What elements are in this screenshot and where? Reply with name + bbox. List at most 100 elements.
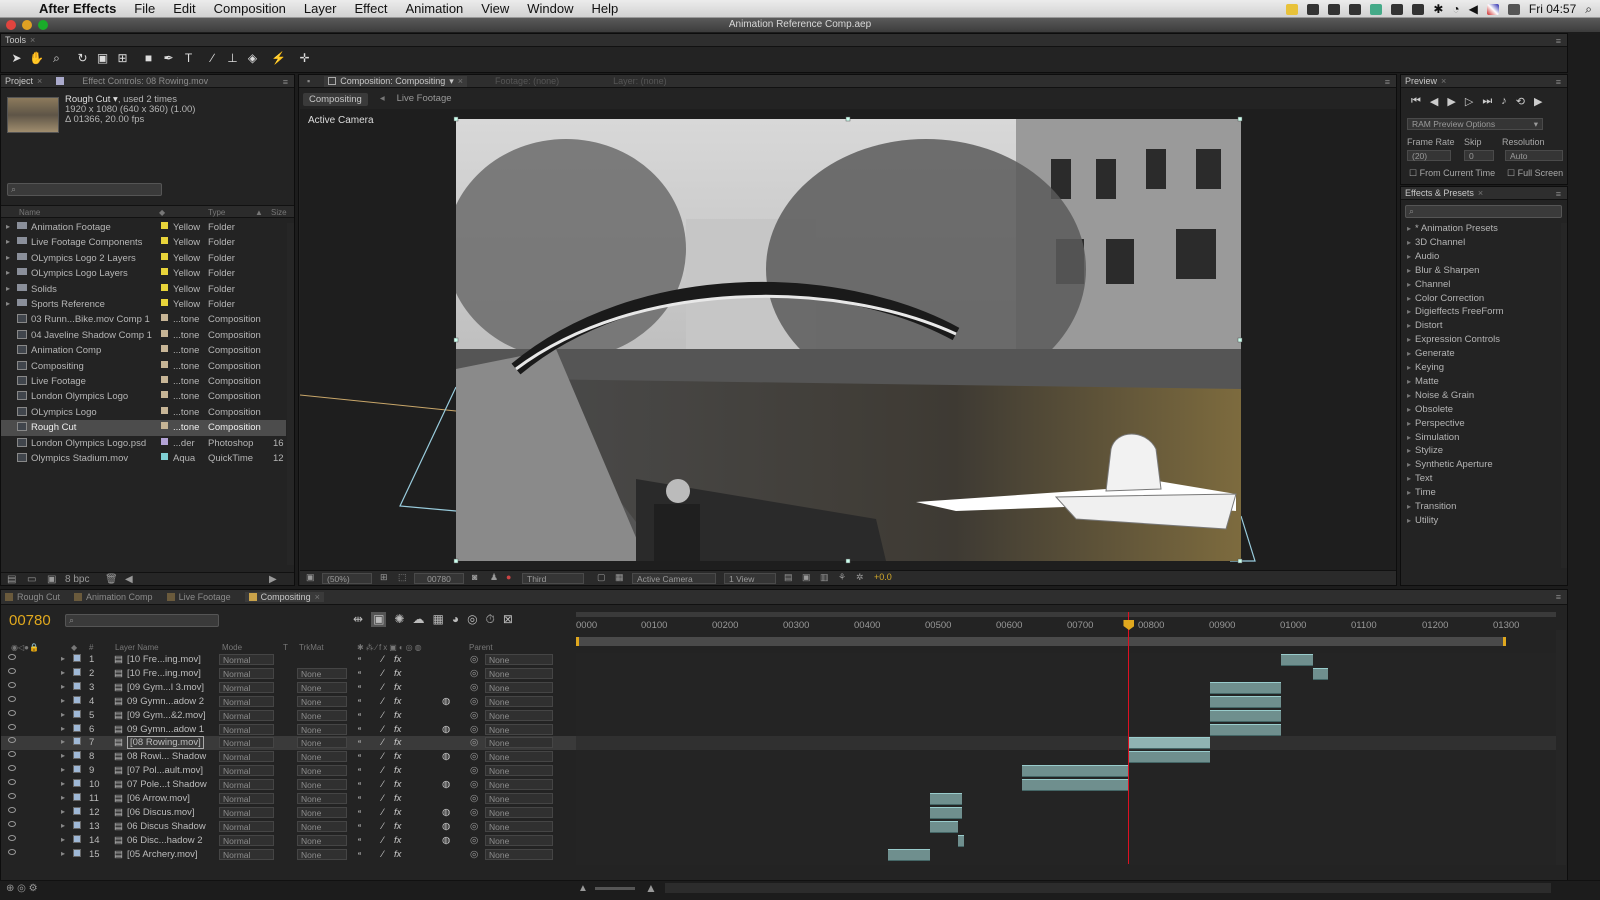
track-matte-dropdown[interactable]: None <box>297 681 347 693</box>
always-preview-icon[interactable]: ▣ <box>306 572 315 583</box>
project-item[interactable]: London Olympics Logo ...tone Composition <box>1 389 286 404</box>
expand-layer-arrow-icon[interactable]: ▸ <box>61 682 65 691</box>
effect-category[interactable]: Digieffects FreeForm <box>1407 306 1504 317</box>
effect-switch-icon[interactable]: fx <box>394 751 401 762</box>
current-time-field[interactable]: 00780 <box>414 573 464 584</box>
trkmat-header[interactable]: TrkMat <box>299 643 324 652</box>
label-color-swatch[interactable] <box>161 283 168 291</box>
layer-label-swatch[interactable] <box>73 737 81 746</box>
effect-category[interactable]: Synthetic Aperture <box>1407 459 1493 470</box>
effect-category[interactable]: Noise & Grain <box>1407 390 1474 401</box>
layer-tracks[interactable] <box>576 653 1556 865</box>
snapshot-icon[interactable]: ◙ <box>472 572 477 582</box>
track-matte-dropdown[interactable]: None <box>297 793 347 804</box>
shy-switch-icon[interactable]: ⁌ <box>357 793 362 804</box>
bpc-button[interactable]: 8 bpc <box>65 574 89 585</box>
tray-sync-icon[interactable] <box>1307 3 1320 15</box>
effect-category[interactable]: Perspective <box>1407 418 1465 429</box>
expand-layer-arrow-icon[interactable]: ▸ <box>61 654 65 663</box>
previous-frame-icon[interactable]: ◀ <box>1430 95 1438 108</box>
track-matte-dropdown[interactable]: None <box>297 667 347 679</box>
close-icon[interactable]: × <box>315 592 320 602</box>
current-timecode[interactable]: 00780 <box>9 612 51 629</box>
panel-menu-icon[interactable]: ≡ <box>1556 36 1561 46</box>
menu-help[interactable]: Help <box>582 1 627 16</box>
tab-rough-cut[interactable]: Rough Cut <box>5 592 60 602</box>
quality-switch-icon[interactable]: ∕ <box>382 710 384 721</box>
effect-switch-icon[interactable]: fx <box>394 849 401 860</box>
layer-duration-bar[interactable] <box>1312 667 1329 680</box>
project-item[interactable]: 04 Javeline Shadow Comp 1 ...tone Composit… <box>1 328 286 343</box>
track-matte-dropdown[interactable]: None <box>297 765 347 777</box>
comp-menu-icon[interactable]: ▾ <box>449 76 454 87</box>
comp-mini-flowchart-icon[interactable]: ⇹ <box>353 612 363 627</box>
parent-dropdown[interactable]: None <box>485 709 553 721</box>
shy-switch-icon[interactable]: ⁌ <box>357 849 362 860</box>
rowing-footage-frame[interactable] <box>456 119 1241 561</box>
mute-audio-icon[interactable]: ♪ <box>1501 95 1507 108</box>
tray-app-icon[interactable] <box>1286 3 1299 15</box>
mask-visibility-icon[interactable]: ⬚ <box>398 572 407 583</box>
layer-row[interactable]: ▸ 3 ▤ [09 Gym...l 3.mov] Normal None ⁌ ∕ fx ◎ None <box>1 681 576 695</box>
visibility-eye-icon[interactable] <box>8 723 16 730</box>
puppet-pin-tool-icon[interactable]: ✛ <box>297 51 312 66</box>
layer-label-swatch[interactable] <box>73 654 81 662</box>
visibility-eye-icon[interactable] <box>8 709 16 716</box>
hand-tool-icon[interactable]: ✋ <box>29 51 44 66</box>
layer-label-swatch[interactable] <box>73 681 81 690</box>
close-icon[interactable]: × <box>458 76 463 86</box>
layer-name[interactable]: 09 Gymn...adow 1 <box>127 724 204 735</box>
rotate-tool-icon[interactable]: ↻ <box>75 51 90 66</box>
channel-icon[interactable]: ● <box>506 572 511 582</box>
project-item[interactable]: 03 Runn...Bike.mov Comp 1 ...tone Composit… <box>1 312 286 327</box>
blend-mode-dropdown[interactable]: Normal <box>219 765 274 777</box>
shy-switch-icon[interactable]: ⁌ <box>357 668 362 679</box>
pick-whip-icon[interactable]: ◎ <box>470 849 478 860</box>
effect-switch-icon[interactable]: fx <box>394 682 401 693</box>
menu-view[interactable]: View <box>472 1 518 16</box>
panel-menu-icon[interactable]: ≡ <box>283 77 288 87</box>
layer-row[interactable]: ▸ 12 ▤ [06 Discus.mov] Normal None ⁌ ∕ fx ◍ ◎ None <box>1 806 576 820</box>
effect-category[interactable]: Channel <box>1407 279 1450 290</box>
tab-live-footage[interactable]: Live Footage <box>166 592 231 602</box>
project-item[interactable]: Animation Comp ...tone Composition <box>1 343 286 358</box>
work-area-bar[interactable] <box>576 637 1506 646</box>
3d-layer-cube-icon[interactable]: ◍ <box>442 724 450 735</box>
show-snapshot-icon[interactable]: ♟ <box>490 572 498 583</box>
next-frame-icon[interactable]: ▷ <box>1465 95 1473 108</box>
visibility-eye-icon[interactable] <box>8 834 16 841</box>
shy-switch-icon[interactable]: ⁌ <box>357 696 362 707</box>
shy-switch-icon[interactable]: ⁌ <box>357 724 362 735</box>
scroll-right-icon[interactable]: ▶ <box>269 574 277 585</box>
layer-duration-bar[interactable] <box>1209 695 1281 708</box>
layer-row[interactable]: ▸ 15 ▤ [05 Archery.mov] Normal None ⁌ ∕ fx ◎ None <box>1 848 576 862</box>
effect-category[interactable]: Stylize <box>1407 445 1443 456</box>
auto-keyframe-icon[interactable]: ⏱ <box>486 612 495 627</box>
motion-blur-icon[interactable]: ◕ <box>452 612 459 627</box>
layer-row[interactable]: ▸ 6 ▤ 09 Gymn...adow 1 Normal None ⁌ ∕ fx ◍ ◎ None <box>1 723 576 737</box>
track-matte-dropdown[interactable]: None <box>297 709 347 721</box>
tab-effects-presets[interactable]: Effects & Presets × <box>1405 188 1483 198</box>
close-window-icon[interactable] <box>6 20 16 30</box>
expand-arrow-icon[interactable]: ▸ <box>6 268 10 277</box>
visibility-eye-icon[interactable] <box>8 793 16 799</box>
effect-category[interactable]: Simulation <box>1407 432 1459 443</box>
layer-name-header[interactable]: Layer Name <box>115 643 159 652</box>
layer-duration-bar[interactable] <box>930 806 962 819</box>
layer-label-swatch[interactable] <box>73 820 81 829</box>
pick-whip-icon[interactable]: ◎ <box>470 696 478 707</box>
expand-layer-arrow-icon[interactable]: ▸ <box>61 835 65 844</box>
layer-row[interactable]: ▸ 7 ▤ [08 Rowing.mov] Normal None ⁌ ∕ fx ◎ None <box>1 736 576 751</box>
blend-mode-dropdown[interactable]: Normal <box>219 695 274 707</box>
tray-meter-icon[interactable] <box>1370 3 1383 15</box>
track-matte-dropdown[interactable]: None <box>297 737 347 749</box>
layer-label-swatch[interactable] <box>73 723 81 732</box>
project-item[interactable]: Olympics Stadium.mov Aqua QuickTime 12 <box>1 451 286 466</box>
zoom-in-icon[interactable]: ▲ <box>645 881 657 895</box>
close-icon[interactable]: × <box>1441 76 1446 86</box>
project-item[interactable]: ▸ OLympics Logo 2 Layers Yellow Folder <box>1 251 286 266</box>
time-ruler[interactable]: 0000 00100 00200 00300 00400 00500 00600 00700 0… <box>576 612 1556 652</box>
layer-row[interactable]: ▸ 11 ▤ [06 Arrow.mov] Normal None ⁌ ∕ fx ◎ None <box>1 792 576 806</box>
text-tool-icon[interactable]: T <box>181 51 196 66</box>
quality-switch-icon[interactable]: ∕ <box>382 849 384 860</box>
